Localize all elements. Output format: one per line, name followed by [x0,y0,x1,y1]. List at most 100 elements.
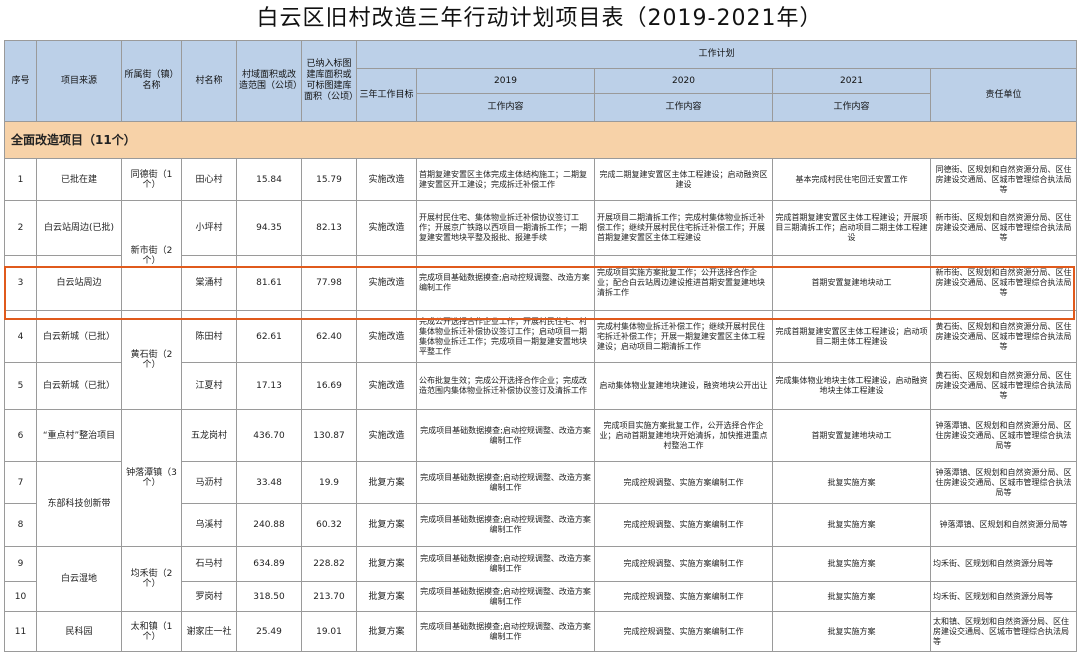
cell-village: 小坪村 [181,200,237,256]
cell-owner: 黄石街、区规划和自然资源分局、区住房建设交通局、区城市管理综合执法局等 [930,362,1077,410]
cell-source: 东部科技创新带 [36,461,122,547]
table-row: 9 白云湿地 均禾街（2个） 石马村 634.89 228.82 批复方案 完成… [4,546,1077,612]
cell-source: 白云站周边(已批) [36,200,122,256]
cell-2021: 首期安置复建地块动工 [772,409,931,462]
cell-area: 436.70 [236,409,302,462]
cell-area: 17.13 [236,362,302,410]
cell-2019: 开展村民住宅、集体物业拆迁补偿协议签订工作；开展京广铁路以西项目一期清拆工作；一… [416,200,595,256]
cell-goal: 实施改造 [356,409,417,462]
cell-seq: 6 [4,409,37,462]
cell-2021: 首期安置复建地块动工 [772,255,931,311]
cell-base-area: 228.82 [301,546,357,582]
cell-2021: 完成首期复建安置区主体工程建设；开展项目三期清拆工作；启动项目二期主体工程建设 [772,200,931,256]
cell-goal: 实施改造 [356,158,417,201]
cell-village: 乌溪村 [181,503,237,547]
table-row: 6 “重点村”整治项目 钟落潭镇（3个） 五龙岗村 436.70 130.87 … [4,409,1077,547]
header-street: 所属街（镇）名称 [121,40,182,122]
cell-street: 均禾街（2个） [121,546,182,612]
header-content-2020: 工作内容 [594,93,773,122]
cell-owner: 钟落潭镇、区规划和自然资源分局、区住房建设交通局、区城市管理综合执法局等 [930,409,1077,462]
cell-2020: 完成村集体物业拆迁补偿工作；继续开展村民住宅拆迁补偿工作；开展一期复建安置区主体… [594,310,773,363]
cell-2021: 批复实施方案 [772,581,931,612]
cell-2019: 完成项目基础数据摸查;启动控规调整、改造方案编制工作 [416,409,595,462]
cell-source: 白云湿地 [36,546,122,612]
cell-2019: 公布批复生效；完成公开选择合作企业；完成改造范围内集体物业拆迁补偿协议签订及清拆… [416,362,595,410]
header-area: 村域面积或改造范围（公顷） [236,40,302,122]
cell-source: “重点村”整治项目 [36,409,122,462]
cell-2019: 完成项目基础数据摸查;启动控规调整、改造方案编制工作 [416,255,595,311]
header-content-2021: 工作内容 [772,93,931,122]
cell-owner: 钟落潭镇、区规划和自然资源分局、区住房建设交通局、区城市管理综合执法局等 [930,461,1077,504]
cell-street: 黄石街（2个） [121,310,182,410]
cell-street: 同德街（1个） [121,158,182,201]
cell-seq: 3 [4,255,37,311]
table-row: 1 已批在建 同德街（1个） 田心村 15.84 15.79 实施改造 首期复建… [4,158,1077,201]
cell-area: 25.49 [236,611,302,652]
cell-2020: 完成控规调整、实施方案编制工作 [594,581,773,612]
cell-goal: 实施改造 [356,200,417,256]
cell-seq: 9 [4,546,37,582]
cell-owner: 钟落潭镇、区规划和自然资源分局等 [930,503,1077,547]
cell-seq: 2 [4,200,37,256]
cell-2020: 启动集体物业复建地块建设，融资地块公开出让 [594,362,773,410]
cell-street: 新市街（2个） [121,200,182,311]
page-title: 白云区旧村改造三年行动计划项目表（2019-2021年） [256,6,823,31]
cell-2019: 完成项目基础数据摸查;启动控规调整、改造方案编制工作 [416,503,595,547]
cell-2021: 完成集体物业地块主体工程建设，启动融资地块主体工程建设 [772,362,931,410]
header-village: 村名称 [181,40,237,122]
cell-owner: 太和镇、区规划和自然资源分局、区住房建设交通局、区城市管理综合执法局等 [930,611,1077,652]
cell-seq: 11 [4,611,37,652]
header-2021: 2021 [772,68,931,94]
cell-2021: 基本完成村民住宅回迁安置工作 [772,158,931,201]
cell-village: 石马村 [181,546,237,582]
cell-goal: 实施改造 [356,255,417,311]
cell-base-area: 130.87 [301,409,357,462]
header-owner: 责任单位 [930,68,1077,122]
cell-goal: 实施改造 [356,310,417,363]
cell-source: 已批在建 [36,158,122,201]
cell-2020: 完成项目实施方案批复工作；公开选择合作企业；配合白云站周边建设推进首期安置复建地… [594,255,773,311]
cell-base-area: 213.70 [301,581,357,612]
cell-area: 94.35 [236,200,302,256]
cell-2021: 批复实施方案 [772,461,931,504]
cell-owner: 新市街、区规划和自然资源分局、区住房建设交通局、区城市管理综合执法局等 [930,200,1077,256]
cell-2019: 完成项目基础数据摸查;启动控规调整、改造方案编制工作 [416,461,595,504]
cell-area: 33.48 [236,461,302,504]
cell-base-area: 77.98 [301,255,357,311]
project-table: 序号 项目来源 所属街（镇）名称 村名称 村域面积或改造范围（公顷） 已纳入标图… [4,40,1077,652]
cell-village: 五龙岗村 [181,409,237,462]
cell-village: 罗岗村 [181,581,237,612]
cell-source: 白云站周边 [36,255,122,311]
cell-2021: 批复实施方案 [772,546,931,582]
header-2020: 2020 [594,68,773,94]
cell-source: 白云新城（已批） [36,310,122,363]
cell-area: 15.84 [236,158,302,201]
cell-village: 谢家庄一社 [181,611,237,652]
cell-village: 江夏村 [181,362,237,410]
header-plan: 工作计划 [356,40,1077,69]
header-source: 项目来源 [36,40,122,122]
cell-base-area: 16.69 [301,362,357,410]
table-row: 11 民科园 太和镇（1个） 谢家庄一社 25.49 19.01 批复方案 完成… [4,611,1077,652]
cell-2019: 首期复建安置区主体完成主体结构施工；二期复建安置区开工建设；完成拆迁补偿工作 [416,158,595,201]
cell-2020: 完成项目实施方案批复工作，公开选择合作企业；启动首期复建地块开始清拆，加快推进重… [594,409,773,462]
cell-seq: 1 [4,158,37,201]
header-seq: 序号 [4,40,37,122]
cell-2019: 完成项目基础数据摸查;启动控规调整、改造方案编制工作 [416,611,595,652]
cell-base-area: 19.9 [301,461,357,504]
cell-owner: 均禾街、区规划和自然资源分局等 [930,581,1077,612]
table-row: 2 白云站周边(已批) 新市街（2个） 小坪村 94.35 82.13 实施改造… [4,200,1077,311]
cell-area: 81.61 [236,255,302,311]
cell-owner: 新市街、区规划和自然资源分局、区住房建设交通局、区城市管理综合执法局等 [930,255,1077,311]
cell-base-area: 15.79 [301,158,357,201]
cell-area: 240.88 [236,503,302,547]
cell-owner: 均禾街、区规划和自然资源分局等 [930,546,1077,582]
cell-2021: 批复实施方案 [772,611,931,652]
cell-2020: 完成控规调整、实施方案编制工作 [594,461,773,504]
cell-2021: 批复实施方案 [772,503,931,547]
cell-2019: 完成项目基础数据摸查;启动控规调整、改造方案编制工作 [416,581,595,612]
cell-2020: 开展项目二期清拆工作；完成村集体物业拆迁补偿工作；继续开展村民住宅拆迁补偿工作；… [594,200,773,256]
cell-2020: 完成控规调整、实施方案编制工作 [594,611,773,652]
cell-goal: 批复方案 [356,461,417,504]
header-goal: 三年工作目标 [356,68,417,122]
